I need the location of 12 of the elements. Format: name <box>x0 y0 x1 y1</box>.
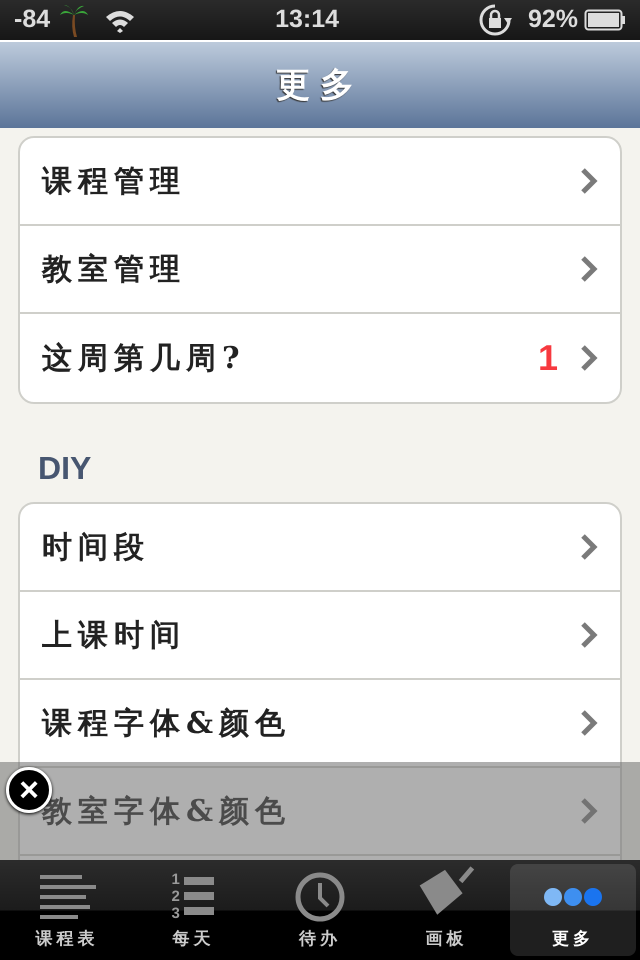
section-header: DIY <box>37 449 92 488</box>
row-label: 课程字体&颜色 <box>42 704 292 742</box>
clock-time: 13:14 <box>275 5 340 34</box>
nav-title: 更多 <box>276 64 364 106</box>
row-label: 教室管理 <box>42 250 187 288</box>
row-label: 上课时间 <box>42 616 187 654</box>
row-label: 课程管理 <box>42 162 187 200</box>
battery-percent: 92% <box>528 4 578 36</box>
row-label: 这周第几周? <box>42 340 247 378</box>
row-label: 时间段 <box>42 528 151 566</box>
week-number: 1 <box>538 336 558 380</box>
signal-strength: -84 <box>14 4 50 36</box>
